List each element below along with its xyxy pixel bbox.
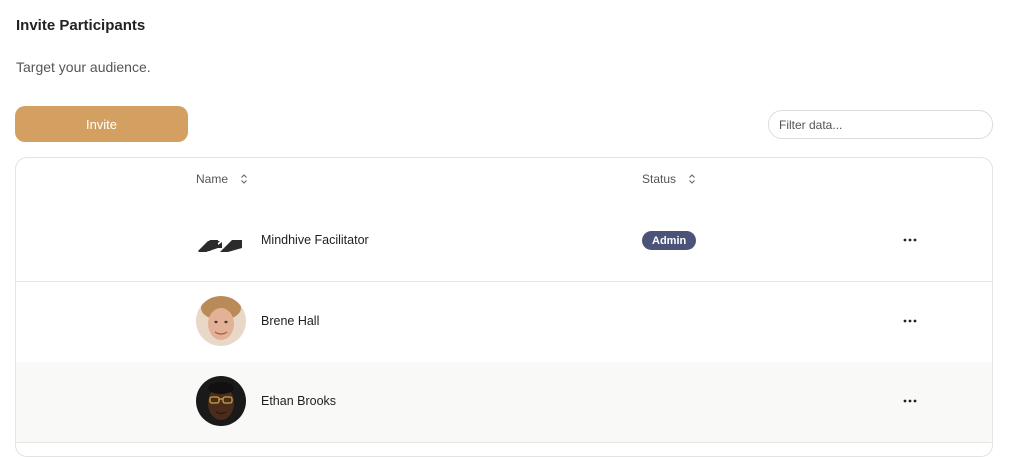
participants-table: Name Status Mindhive Facilitator Admin B… [15,157,993,457]
participant-name: Ethan Brooks [261,394,337,408]
status-badge: Admin [642,231,697,250]
table-row: Brene Hall [16,282,992,363]
more-options-icon[interactable] [900,392,920,410]
mindhive-logo-icon [196,215,246,265]
table-row: Mindhive Facilitator Admin [16,201,992,282]
invite-button[interactable]: Invite [15,106,188,142]
more-options-icon[interactable] [900,231,920,249]
sort-icon [689,174,695,184]
filter-input[interactable] [768,110,993,139]
column-header-label: Status [642,172,677,186]
page-title: Invite Participants [16,17,146,34]
table-header: Name Status [16,158,992,202]
column-header-label: Name [196,172,229,186]
more-options-icon[interactable] [900,312,920,330]
participant-name: Mindhive Facilitator [261,233,369,247]
table-row: Ethan Brooks [16,362,992,443]
avatar [196,296,246,346]
participant-name: Brene Hall [261,314,320,328]
page-subtitle: Target your audience. [16,59,151,75]
avatar [196,376,246,426]
column-header-name[interactable]: Name [196,172,248,186]
sort-icon [241,174,247,184]
column-header-status[interactable]: Status [642,172,696,186]
